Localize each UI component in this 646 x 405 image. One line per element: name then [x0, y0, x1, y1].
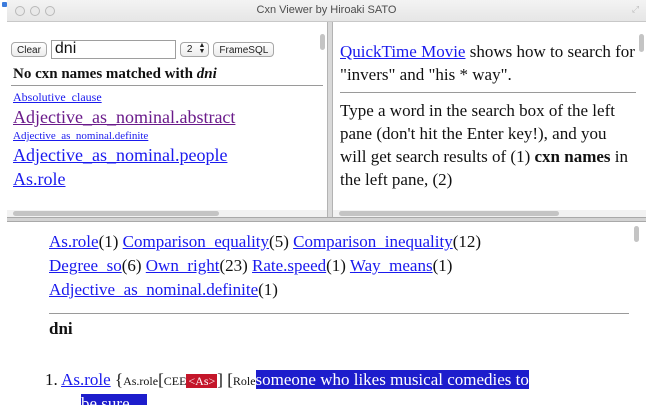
title-bar[interactable]: Cxn Viewer by Hiroaki SATO ⤢	[7, 0, 646, 22]
right-horizontal-scrollbar[interactable]	[339, 211, 559, 216]
search-input[interactable]	[50, 39, 176, 59]
result-count: (1)	[326, 256, 346, 275]
desktop-strip	[0, 0, 7, 405]
result-link-comparison-equality[interactable]: Comparison_equality	[123, 232, 269, 251]
cxn-name-list: Absolutive_clause Adjective_as_nominal.a…	[13, 90, 235, 191]
search-row: Clear 2 ▲▼ FrameSQL	[11, 39, 275, 59]
intro-paragraph: QuickTime Movie shows how to search for …	[340, 40, 636, 86]
left-horizontal-scroll-track	[7, 210, 327, 217]
result-count-value: 2	[186, 43, 193, 55]
cee-label: CEE	[163, 374, 187, 388]
list-item: Adjective_as_nominal.abstract	[13, 105, 235, 129]
instructions-paragraph: Type a word in the search box of the lef…	[340, 99, 636, 191]
result-line-3: Adjective_as_nominal.definite(1)	[49, 278, 481, 302]
cxn-link[interactable]: Absolutive_clause	[13, 90, 102, 104]
right-horizontal-scroll-track	[333, 210, 646, 217]
result-link-own-right[interactable]: Own_right	[146, 256, 220, 275]
cxn-label: As.role	[123, 374, 159, 388]
right-vertical-scrollbar[interactable]	[639, 34, 644, 52]
cxn-link[interactable]: Adjective_as_nominal.people	[13, 145, 227, 165]
role-label: Role	[232, 374, 256, 388]
as-tag: <As>	[186, 374, 218, 388]
no-match-message: No cxn names matched with dni	[13, 66, 217, 83]
result-count: (12)	[452, 232, 482, 251]
result-line-1: As.role(1) Comparison_equality(5) Compar…	[49, 230, 481, 254]
left-vertical-scrollbar[interactable]	[320, 34, 325, 50]
result-line-2: Degree_so(6) Own_right(23) Rate.speed(1)…	[49, 254, 481, 278]
no-match-prefix: No cxn names matched with	[13, 66, 197, 82]
list-item: Adjective_as_nominal.definite	[13, 129, 235, 143]
result-link-rate-speed[interactable]: Rate.speed	[252, 256, 326, 275]
result-count-select[interactable]: 2 ▲ ▼	[179, 41, 210, 57]
fullscreen-icon[interactable]: ⤢	[630, 5, 641, 16]
cxn-link[interactable]: As.role	[13, 169, 66, 189]
query-heading: dni	[49, 319, 73, 338]
result-count: (23)	[219, 256, 248, 275]
result-link-comparison-inequality[interactable]: Comparison_inequality	[293, 232, 453, 251]
cxn-link[interactable]: Adjective_as_nominal.definite	[13, 130, 148, 142]
left-divider	[11, 85, 323, 86]
result-count: (5)	[269, 232, 289, 251]
clear-button[interactable]: Clear	[11, 41, 47, 57]
result-link-as-role[interactable]: As.role	[49, 232, 99, 251]
bottom-vertical-scrollbar[interactable]	[634, 226, 639, 242]
right-divider	[340, 92, 636, 93]
help-text: QuickTime Movie shows how to search for …	[340, 40, 636, 191]
right-pane: QuickTime Movie shows how to search for …	[333, 22, 646, 210]
result-count: (6)	[121, 256, 142, 275]
result-count: (1)	[432, 256, 453, 275]
window-title: Cxn Viewer by Hiroaki SATO	[256, 4, 397, 16]
bottom-pane: As.role(1) Comparison_equality(5) Compar…	[7, 222, 639, 405]
example-cxn-link[interactable]: As.role	[61, 370, 111, 389]
list-item: Adjective_as_nominal.people	[13, 143, 235, 167]
example-number: 1.	[45, 370, 58, 389]
result-count: (1)	[98, 232, 119, 251]
result-link-way-means[interactable]: Way_means	[350, 256, 433, 275]
result-summary: As.role(1) Comparison_equality(5) Compar…	[49, 230, 481, 302]
bracket-open: {	[110, 370, 124, 389]
bottom-divider	[49, 313, 629, 314]
example-sentence: 1. As.role {As.role[CEE <As>] [Rolesomeon…	[45, 369, 529, 392]
left-horizontal-scrollbar[interactable]	[13, 211, 219, 216]
result-link-degree-so[interactable]: Degree_so	[49, 256, 122, 275]
list-item: Absolutive_clause	[13, 90, 235, 105]
cxn-link[interactable]: Adjective_as_nominal.abstract	[13, 107, 235, 127]
role-highlight-continued: be sure ...	[81, 394, 147, 405]
instructions-bold: cxn names	[534, 147, 611, 166]
role-highlight: someone who likes musical comedies to	[255, 370, 529, 389]
result-count: (1)	[258, 280, 278, 299]
left-pane: Clear 2 ▲▼ FrameSQL No cxn names matched…	[7, 22, 327, 210]
bracket-close: ] [	[217, 370, 233, 389]
result-link-adjective-definite[interactable]: Adjective_as_nominal.definite	[49, 280, 258, 299]
example-continuation: be sure ...	[81, 393, 147, 405]
select-arrows-icon: ▲ ▼	[198, 42, 206, 55]
framesql-button[interactable]: FrameSQL	[213, 41, 275, 57]
cxn-viewer-window: Cxn Viewer by Hiroaki SATO ⤢ Clear 2 ▲▼ …	[7, 0, 646, 405]
no-match-term: dni	[196, 66, 217, 82]
quicktime-movie-link[interactable]: QuickTime Movie	[340, 42, 465, 61]
list-item: As.role	[13, 167, 235, 191]
